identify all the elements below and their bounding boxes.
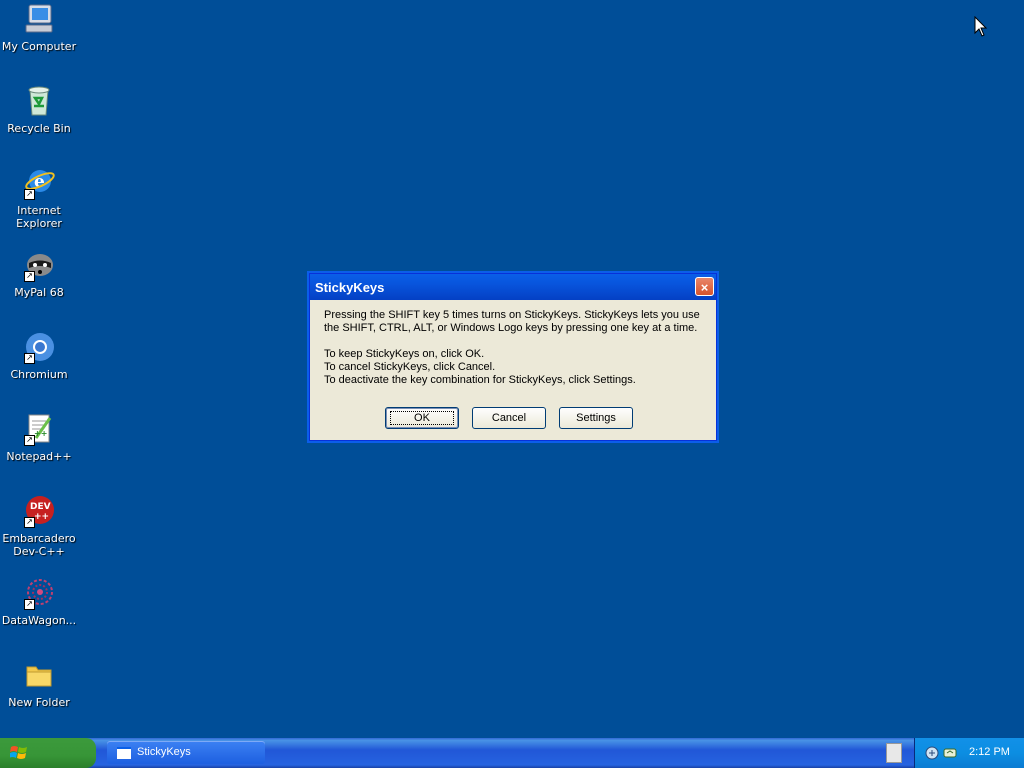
desktop-icon-label: Recycle Bin xyxy=(7,122,71,135)
chromium-icon: ↗ xyxy=(22,330,56,364)
start-button[interactable] xyxy=(0,738,96,768)
desktop-icon-mypal[interactable]: ↗ MyPal 68 xyxy=(0,248,78,299)
dialog-titlebar[interactable]: StickyKeys × xyxy=(310,274,716,300)
message-line: Pressing the SHIFT key 5 times turns on … xyxy=(324,309,700,321)
accessibility-icon[interactable] xyxy=(943,746,957,760)
desktop-icon-dev-cpp[interactable]: DEV ++ ↗ Embarcadero Dev-C++ xyxy=(0,494,78,558)
keyboard-icon[interactable] xyxy=(886,743,902,763)
network-icon[interactable] xyxy=(925,746,939,760)
taskbar-button-label: StickyKeys xyxy=(137,746,191,758)
folder-icon xyxy=(22,658,56,692)
desktop-icon-new-folder[interactable]: New Folder xyxy=(0,658,78,709)
desktop-icon-label: Internet Explorer xyxy=(16,204,62,230)
my-computer-icon xyxy=(22,2,56,36)
settings-button[interactable]: Settings xyxy=(559,407,633,429)
mypal-icon: ↗ xyxy=(22,248,56,282)
internet-explorer-icon: e ↗ xyxy=(22,166,56,200)
shortcut-arrow-icon: ↗ xyxy=(24,599,35,610)
dialog-title: StickyKeys xyxy=(315,279,385,295)
recycle-bin-icon xyxy=(22,84,56,118)
svg-text:++: ++ xyxy=(34,512,49,522)
dialog-message: Pressing the SHIFT key 5 times turns on … xyxy=(310,300,716,387)
notepad-plus-plus-icon: ++ ↗ xyxy=(22,412,56,446)
taskbar-button-stickykeys[interactable]: StickyKeys xyxy=(107,741,265,764)
desktop-icon-internet-explorer[interactable]: e ↗ Internet Explorer xyxy=(0,166,78,230)
desktop-icon-label: Notepad++ xyxy=(6,450,72,463)
dialog-buttons: OK Cancel Settings xyxy=(310,407,716,431)
ok-button[interactable]: OK xyxy=(385,407,459,429)
desktop-icon-my-computer[interactable]: My Computer xyxy=(0,2,78,53)
datawagon-icon: ↗ xyxy=(22,576,56,610)
desktop-icon-label: MyPal 68 xyxy=(14,286,64,299)
desktop-icon-chromium[interactable]: ↗ Chromium xyxy=(0,330,78,381)
message-line: To deactivate the key combination for St… xyxy=(324,374,636,386)
desktop-icon-label: DataWagon... xyxy=(1,614,77,627)
desktop-icon-notepad-plus-plus[interactable]: ++ ↗ Notepad++ xyxy=(0,412,78,463)
close-button[interactable]: × xyxy=(695,277,714,296)
message-line: To cancel StickyKeys, click Cancel. xyxy=(324,361,496,373)
taskbar: StickyKeys 2:12 PM xyxy=(0,738,1024,768)
dev-cpp-icon: DEV ++ ↗ xyxy=(22,494,56,528)
desktop-icon-recycle-bin[interactable]: Recycle Bin xyxy=(0,84,78,135)
desktop-icon-datawagon[interactable]: ↗ DataWagon... xyxy=(0,576,78,627)
svg-text:++: ++ xyxy=(34,429,47,438)
window-icon xyxy=(117,747,131,759)
shortcut-arrow-icon: ↗ xyxy=(24,271,35,282)
close-icon: × xyxy=(700,280,709,295)
cancel-button[interactable]: Cancel xyxy=(472,407,546,429)
svg-text:DEV: DEV xyxy=(30,502,51,512)
ok-button-label: OK xyxy=(390,411,454,425)
message-line: To keep StickyKeys on, click OK. xyxy=(324,348,485,360)
message-line: the SHIFT, CTRL, ALT, or Windows Logo ke… xyxy=(324,322,698,334)
desktop-icon-label: New Folder xyxy=(8,696,70,709)
stickykeys-dialog: StickyKeys × Pressing the SHIFT key 5 ti… xyxy=(309,273,717,441)
desktop-icon-label: Embarcadero Dev-C++ xyxy=(2,532,76,558)
clock[interactable]: 2:12 PM xyxy=(969,746,1010,758)
shortcut-arrow-icon: ↗ xyxy=(24,353,35,364)
shortcut-arrow-icon: ↗ xyxy=(24,189,35,200)
windows-logo-icon xyxy=(9,745,28,761)
desktop-icon-label: Chromium xyxy=(10,368,68,381)
mouse-cursor-icon xyxy=(974,15,988,38)
shortcut-arrow-icon: ↗ xyxy=(24,517,35,528)
system-tray: 2:12 PM xyxy=(914,738,1024,768)
desktop-icon-label: My Computer xyxy=(1,40,77,53)
shortcut-arrow-icon: ↗ xyxy=(24,435,35,446)
